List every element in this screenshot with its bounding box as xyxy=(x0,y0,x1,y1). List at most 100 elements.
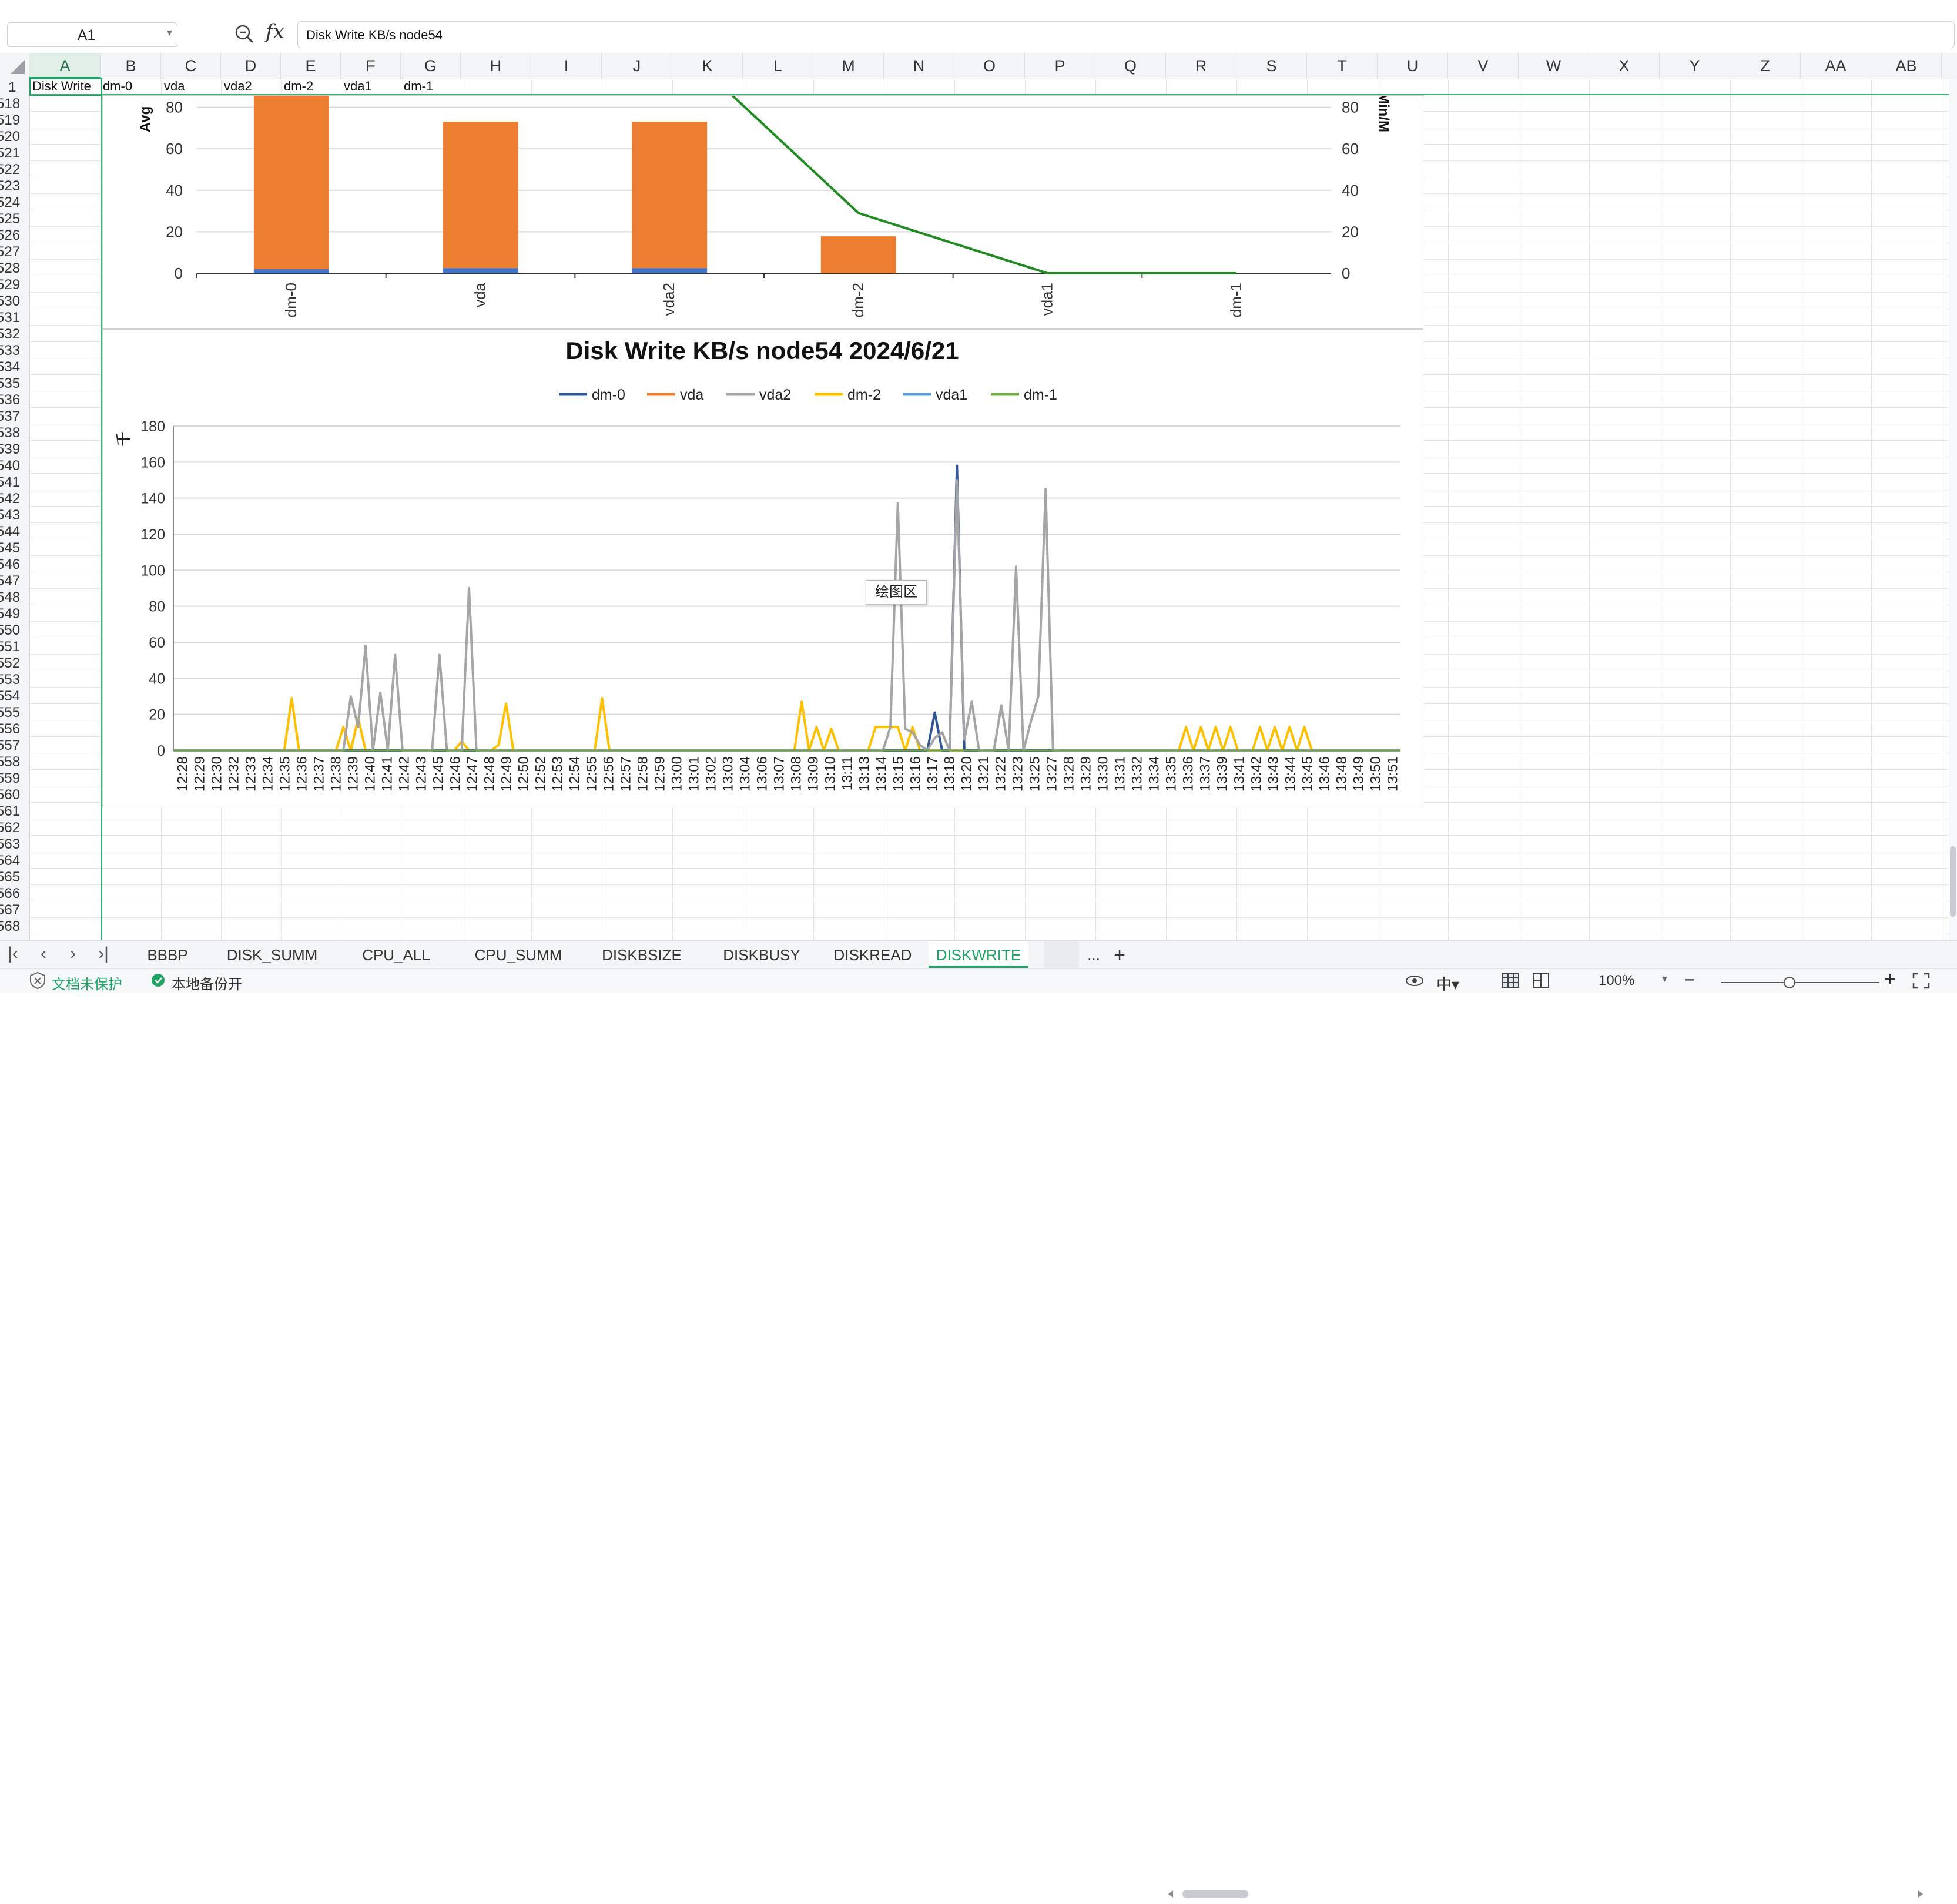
column-header-a[interactable]: A xyxy=(29,53,101,79)
row-header-532[interactable]: 532 xyxy=(0,326,25,343)
sheet-tab-diskwrite[interactable]: DISKWRITE xyxy=(929,941,1028,968)
column-header-q[interactable]: Q xyxy=(1095,53,1166,79)
column-header-u[interactable]: U xyxy=(1378,53,1448,79)
cell-e1[interactable]: dm-2 xyxy=(284,79,313,94)
row-header-518[interactable]: 518 xyxy=(0,96,25,112)
cell-f1[interactable]: vda1 xyxy=(344,79,372,94)
row-header-562[interactable]: 562 xyxy=(0,820,25,836)
protection-status[interactable]: 文档未保护 xyxy=(52,973,122,993)
row-header-552[interactable]: 552 xyxy=(0,655,25,672)
eye-protection-icon[interactable] xyxy=(1405,973,1425,993)
column-header-aa[interactable]: AA xyxy=(1801,53,1871,79)
row-header-524[interactable]: 524 xyxy=(0,195,25,211)
row-header-522[interactable]: 522 xyxy=(0,162,25,178)
prev-sheet-icon[interactable]: ‹ xyxy=(32,943,55,964)
normal-view-icon[interactable] xyxy=(1501,971,1520,993)
fx-icon[interactable]: fx xyxy=(266,20,284,43)
cell-c1[interactable]: vda xyxy=(164,79,185,94)
zoom-dropdown-icon[interactable]: ▾ xyxy=(1662,973,1667,985)
backup-status[interactable]: 本地备份开 xyxy=(172,973,242,993)
column-header-ab[interactable]: AB xyxy=(1871,53,1942,79)
row-header-557[interactable]: 557 xyxy=(0,738,25,754)
next-sheet-icon[interactable]: › xyxy=(61,943,85,964)
column-header-n[interactable]: N xyxy=(884,53,954,79)
row-header-529[interactable]: 529 xyxy=(0,277,25,293)
row-header-526[interactable]: 526 xyxy=(0,227,25,244)
row-header-528[interactable]: 528 xyxy=(0,260,25,277)
last-sheet-icon[interactable]: ›| xyxy=(92,943,115,964)
page-layout-icon[interactable] xyxy=(1532,971,1550,993)
column-header-s[interactable]: S xyxy=(1236,53,1307,79)
row-header-551[interactable]: 551 xyxy=(0,639,25,655)
row-header-537[interactable]: 537 xyxy=(0,408,25,425)
row-header-546[interactable]: 546 xyxy=(0,557,25,573)
row-header-563[interactable]: 563 xyxy=(0,836,25,853)
column-header-d[interactable]: D xyxy=(221,53,281,79)
zoom-level[interactable]: 100% xyxy=(1599,973,1634,989)
column-header-l[interactable]: L xyxy=(743,53,813,79)
row-header-521[interactable]: 521 xyxy=(0,145,25,162)
column-header-b[interactable]: B xyxy=(101,53,161,79)
row-header-549[interactable]: 549 xyxy=(0,606,25,622)
zoom-in-button[interactable]: + xyxy=(1884,968,1896,991)
row-header-567[interactable]: 567 xyxy=(0,902,25,919)
row-header-568[interactable]: 568 xyxy=(0,919,25,935)
column-header-p[interactable]: P xyxy=(1025,53,1095,79)
column-header-j[interactable]: J xyxy=(602,53,672,79)
row-header-556[interactable]: 556 xyxy=(0,721,25,738)
column-header-o[interactable]: O xyxy=(954,53,1025,79)
row-header-534[interactable]: 534 xyxy=(0,359,25,376)
row-header-559[interactable]: 559 xyxy=(0,770,25,787)
column-header-z[interactable]: Z xyxy=(1730,53,1801,79)
chevron-down-icon[interactable]: ▾ xyxy=(167,26,172,39)
row-header-533[interactable]: 533 xyxy=(0,343,25,359)
row-header-540[interactable]: 540 xyxy=(0,458,25,474)
horizontal-scrollbar[interactable] xyxy=(1164,1887,1928,1901)
column-header-r[interactable]: R xyxy=(1166,53,1236,79)
row-header-530[interactable]: 530 xyxy=(0,293,25,310)
sheet-tab-diskbsize[interactable]: DISKBSIZE xyxy=(584,941,699,968)
row-header-539[interactable]: 539 xyxy=(0,441,25,458)
column-header-v[interactable]: V xyxy=(1448,53,1519,79)
row-header-541[interactable]: 541 xyxy=(0,474,25,491)
column-header-h[interactable]: H xyxy=(461,53,531,79)
sheet-tab-cpu-summ[interactable]: CPU_SUMM xyxy=(460,941,577,968)
row-1-cells[interactable]: Disk Write dm-0 vda vda2 dm-2 vda1 dm-1 xyxy=(30,79,1957,95)
row-header-561[interactable]: 561 xyxy=(0,803,25,820)
vertical-scrollbar[interactable] xyxy=(1949,79,1957,940)
summary-bar-chart[interactable]: 0 0 20 20 40 40 60 60 80 80 Avg Min/M dm-0 vda vda2 dm-… xyxy=(102,95,1423,329)
first-sheet-icon[interactable]: |‹ xyxy=(1,943,25,964)
column-header-g[interactable]: G xyxy=(401,53,461,79)
hidden-tab-stub[interactable] xyxy=(1044,941,1079,968)
column-header-m[interactable]: M xyxy=(813,53,884,79)
selected-cell-a1[interactable] xyxy=(29,78,102,96)
sheet-tab-disk-summ[interactable]: DISK_SUMM xyxy=(212,941,333,968)
row-header-550[interactable]: 550 xyxy=(0,622,25,639)
column-header-c[interactable]: C xyxy=(161,53,221,79)
row-header-542[interactable]: 542 xyxy=(0,491,25,507)
row-header-558[interactable]: 558 xyxy=(0,754,25,770)
row-header-543[interactable]: 543 xyxy=(0,507,25,524)
name-box[interactable]: A1 ▾ xyxy=(7,22,177,47)
disk-write-line-chart[interactable]: Disk Write KB/s node54 2024/6/21 dm-0 vda v… xyxy=(102,329,1423,807)
row-header-544[interactable]: 544 xyxy=(0,524,25,540)
column-header-y[interactable]: Y xyxy=(1660,53,1730,79)
column-header-x[interactable]: X xyxy=(1589,53,1660,79)
row-header-554[interactable]: 554 xyxy=(0,688,25,705)
column-header-i[interactable]: I xyxy=(531,53,602,79)
sheet-tab-bbbp[interactable]: BBBP xyxy=(130,941,205,968)
zoom-formula-icon[interactable] xyxy=(234,24,255,45)
row-header-536[interactable]: 536 xyxy=(0,392,25,408)
cell-g1[interactable]: dm-1 xyxy=(404,79,433,94)
zoom-out-button[interactable]: − xyxy=(1684,969,1695,991)
row-header-531[interactable]: 531 xyxy=(0,310,25,326)
row-header-548[interactable]: 548 xyxy=(0,589,25,606)
row-header-564[interactable]: 564 xyxy=(0,853,25,869)
row-header-560[interactable]: 560 xyxy=(0,787,25,803)
column-header-k[interactable]: K xyxy=(672,53,743,79)
sheet-tab-diskbusy[interactable]: DISKBUSY xyxy=(706,941,817,968)
row-header-565[interactable]: 565 xyxy=(0,869,25,886)
row-header-519[interactable]: 519 xyxy=(0,112,25,129)
row-header-535[interactable]: 535 xyxy=(0,376,25,392)
column-header-f[interactable]: F xyxy=(341,53,401,79)
